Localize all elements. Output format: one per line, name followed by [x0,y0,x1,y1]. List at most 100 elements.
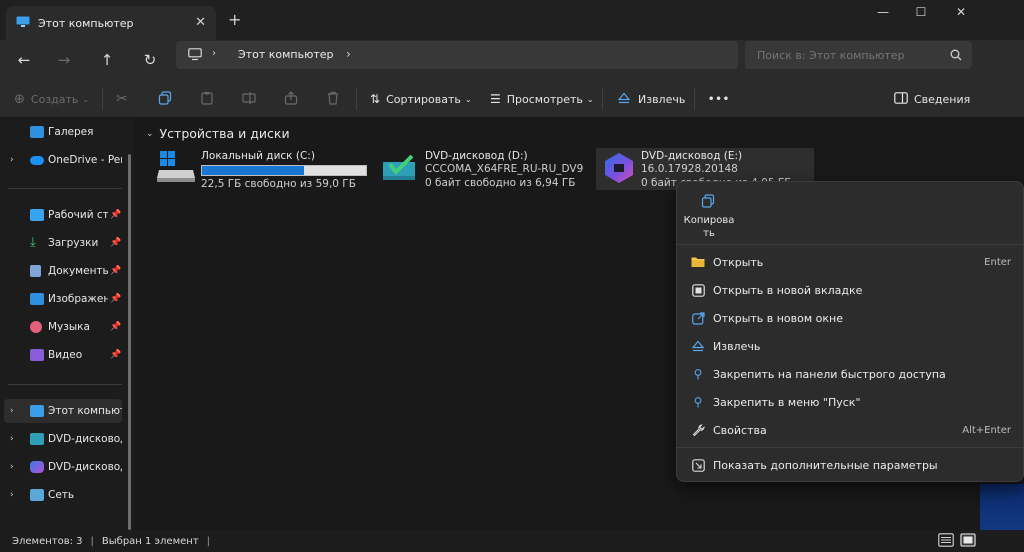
drive-d-tile[interactable]: DVD-дисковод (D:) CCCOMA_X64FRE_RU-RU_DV… [380,148,598,190]
menu-open[interactable]: Открыть Enter [683,249,1017,275]
menu-pin-quick-access[interactable]: ⚲ Закрепить на панели быстрого доступа [683,361,1017,387]
tab-this-pc[interactable]: Этот компьютер ✕ [6,6,216,40]
breadcrumb[interactable]: Этот компьютер [238,48,334,61]
status-bar: Элементов: 3 | Выбран 1 элемент | [0,530,1024,552]
details-button[interactable]: Сведения [894,88,970,110]
tiles-view-icon[interactable] [960,533,976,547]
toolbar-divider [356,88,357,110]
disk-usage-fill [202,166,304,175]
paste-button[interactable] [200,88,214,110]
address-bar[interactable]: › Этот компьютер › [176,41,738,69]
refresh-button[interactable]: ↻ [136,46,164,74]
create-button[interactable]: ⊕ Создать ⌄ [14,88,89,110]
chevron-right-icon[interactable]: › [10,406,14,416]
menu-properties[interactable]: Свойства Alt+Enter [683,417,1017,443]
chevron-right-icon[interactable]: › [10,155,14,165]
chevron-right-icon[interactable]: › [10,434,14,444]
status-divider: | [206,535,211,547]
context-copy-button[interactable]: Копировать [679,190,735,240]
view-list-icon: ☰ [490,92,501,106]
chevron-down-icon: ⌄ [586,94,594,104]
trash-icon [326,91,340,108]
more-options-icon [691,458,705,472]
title-bar: Этот компьютер ✕ + — ☐ ✕ [0,0,1024,40]
more-button[interactable]: ••• [708,88,730,110]
close-window-button[interactable]: ✕ [946,5,976,21]
folder-open-icon [691,255,705,269]
sidebar-item-video[interactable]: Видео 📌 [0,343,124,367]
sidebar-item-downloads[interactable]: ⤓ Загрузки 📌 [0,231,124,255]
forward-button[interactable]: → [50,46,78,74]
drive-name: DVD-дисковод (D:) [425,150,528,162]
back-button[interactable]: ← [10,46,38,74]
copy-icon [701,194,715,211]
search-box[interactable] [745,41,972,69]
new-tab-button[interactable]: + [228,10,241,29]
dvd-install-icon [382,152,418,187]
drive-c-tile[interactable]: Локальный диск (C:) 22,5 ГБ свободно из … [156,148,374,190]
clipboard-icon [200,91,214,108]
menu-eject[interactable]: Извлечь [683,333,1017,359]
sidebar-item-this-pc[interactable]: › Этот компьютер [4,399,122,423]
up-button[interactable]: ↑ [93,46,121,74]
monitor-icon [188,48,202,64]
drive-label: CCCOMA_X64FRE_RU-RU_DV9 [425,163,584,175]
sidebar-item-gallery[interactable]: Галерея [0,120,124,144]
share-button[interactable] [284,88,298,110]
breadcrumb-dropdown-icon[interactable]: › [346,47,351,61]
sidebar-scrollbar[interactable] [128,154,131,530]
sort-icon: ⇅ [370,92,381,106]
view-button[interactable]: ☰ Просмотреть ⌄ [490,88,594,110]
sidebar-item-documents[interactable]: Документы 📌 [0,259,124,283]
sidebar-item-network[interactable]: › Сеть [0,483,124,507]
arrow-up-icon: ↑ [100,51,114,69]
sidebar-item-music[interactable]: Музыка 📌 [0,315,124,339]
hard-drive-icon [156,150,196,187]
menu-open-new-tab[interactable]: Открыть в новой вкладке [683,277,1017,303]
sort-label: Сортировать [386,92,461,106]
pin-icon: 📌 [110,266,122,276]
menu-show-more-options[interactable]: Показать дополнительные параметры [683,452,1017,478]
cut-button[interactable]: ✂ [116,88,128,110]
sidebar-item-pictures[interactable]: Изображения 📌 [0,287,124,311]
search-input[interactable] [757,48,942,62]
group-header[interactable]: ⌄ Устройства и диски [146,126,290,141]
menu-separator [677,244,1023,245]
sidebar-item-desktop[interactable]: Рабочий стол 📌 [0,203,124,227]
copy-button[interactable] [158,88,172,110]
video-icon [30,349,44,361]
maximize-button[interactable]: ☐ [906,5,936,21]
sort-button[interactable]: ⇅ Сортировать ⌄ [370,88,472,110]
sidebar-item-dvd-d[interactable]: › DVD-дисковод (D:) [0,427,124,451]
chevron-right-icon[interactable]: › [10,462,14,472]
menu-open-new-window[interactable]: Открыть в новом окне [683,305,1017,331]
shortcut-label: Enter [984,256,1011,268]
chevron-right-icon[interactable]: › [10,490,14,500]
drive-name: DVD-дисковод (E:) [641,150,743,162]
pin-icon: ⚲ [693,367,703,381]
computer-icon [16,16,30,31]
sidebar-item-onedrive[interactable]: › OneDrive - Personal [0,148,124,172]
pictures-icon [30,293,44,305]
details-view-icon[interactable] [938,533,954,547]
delete-button[interactable] [326,88,340,110]
toolbar-divider [602,88,603,110]
eject-button[interactable]: Извлечь [617,88,685,110]
new-window-icon [691,311,705,325]
menu-separator [677,447,1023,448]
minimize-button[interactable]: — [868,5,898,21]
rename-button[interactable] [242,88,256,110]
sidebar-divider [8,188,122,189]
sidebar-item-dvd-e[interactable]: › DVD-дисковод (E:) [0,455,124,479]
drive-free-space: 0 байт свободно из 6,94 ГБ [425,177,576,189]
copy-icon [158,90,172,108]
tab-close-icon[interactable]: ✕ [195,15,206,30]
share-icon [284,90,298,108]
menu-pin-start[interactable]: ⚲ Закрепить в меню "Пуск" [683,389,1017,415]
onedrive-icon [30,155,44,165]
dvd-icon [30,433,44,445]
rename-icon [242,91,256,108]
chevron-down-icon: ⌄ [146,128,154,139]
status-divider: | [90,535,94,547]
office-dvd-icon [30,461,44,473]
